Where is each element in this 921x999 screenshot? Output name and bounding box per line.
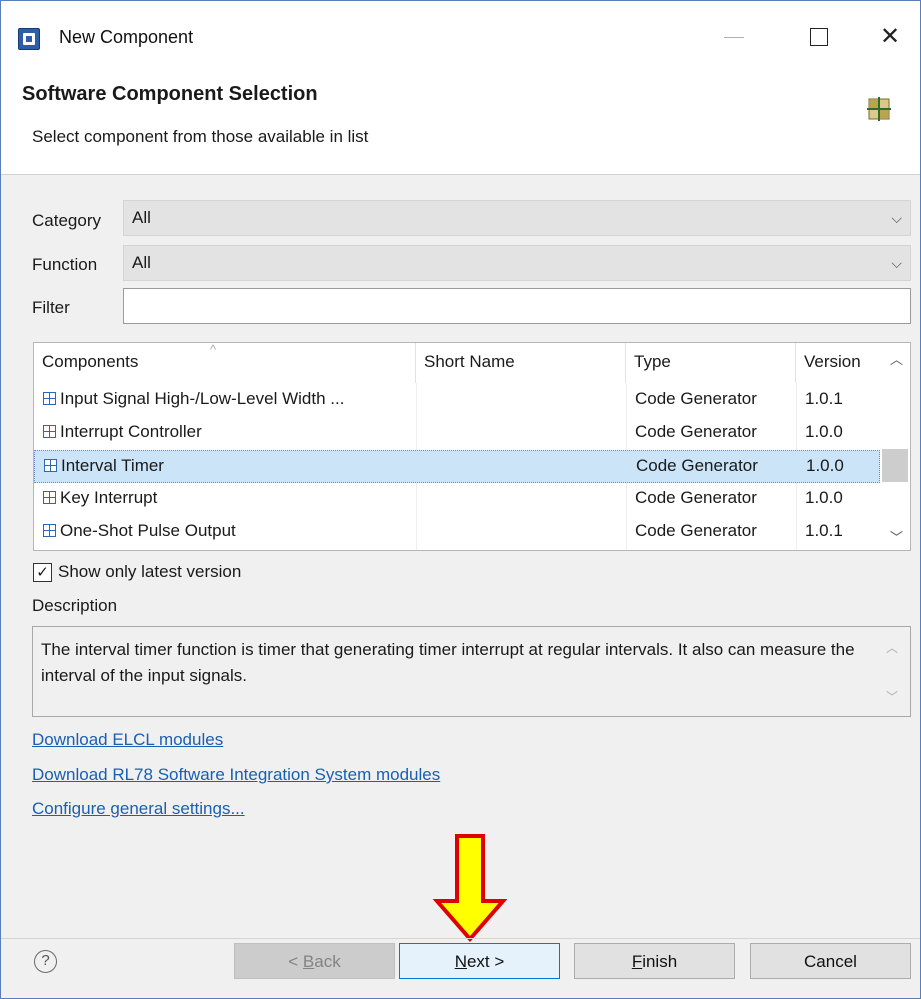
next-button[interactable]: Next >: [399, 943, 560, 979]
component-version: 1.0.1: [805, 521, 843, 540]
column-header-version[interactable]: Version: [796, 343, 880, 383]
component-type: Code Generator: [635, 521, 757, 540]
page-subtitle: Select component from those available in…: [32, 127, 369, 146]
minimize-button[interactable]: [711, 17, 757, 57]
component-version: 1.0.0: [805, 422, 843, 441]
component-type: Code Generator: [635, 488, 757, 507]
annotation-arrow-icon: [432, 834, 507, 943]
chevron-down-icon: ⌵: [891, 255, 902, 271]
page-title: Software Component Selection: [22, 83, 318, 105]
finish-button[interactable]: Finish: [574, 943, 735, 979]
scroll-up-icon[interactable]: ︿: [890, 349, 903, 368]
component-name: Interrupt Controller: [43, 417, 202, 450]
function-dropdown[interactable]: All ⌵: [123, 245, 911, 281]
table-row[interactable]: Interrupt Controller Code Generator 1.0.…: [34, 417, 880, 450]
component-name: Key Interrupt: [43, 483, 157, 516]
table-scrollbar[interactable]: ︿ ﹀: [880, 343, 910, 550]
component-grid-icon: [867, 97, 891, 121]
app-icon: [18, 28, 40, 50]
component-icon: [44, 459, 57, 472]
sort-ascending-icon: ^: [210, 342, 217, 357]
back-button[interactable]: < Back: [234, 943, 395, 979]
table-row[interactable]: Input Signal High-/Low-Level Width ... C…: [34, 384, 880, 417]
button-bar-divider: [1, 938, 920, 939]
maximize-button[interactable]: [795, 17, 841, 57]
category-dropdown[interactable]: All ⌵: [123, 200, 911, 236]
function-value: All: [132, 253, 151, 272]
component-type: Code Generator: [635, 389, 757, 408]
filter-input[interactable]: [123, 288, 911, 324]
scrollbar-thumb[interactable]: [882, 449, 908, 482]
download-rl78-sis-link[interactable]: Download RL78 Software Integration Syste…: [32, 765, 440, 785]
description-text: The interval timer function is timer tha…: [32, 626, 911, 717]
component-name: Input Signal High-/Low-Level Width ...: [43, 384, 344, 417]
table-row-selected[interactable]: Interval Timer Code Generator 1.0.0: [34, 450, 880, 483]
component-name: Interval Timer: [44, 451, 164, 484]
configure-settings-link[interactable]: Configure general settings...: [32, 799, 245, 819]
table-row[interactable]: One-Shot Pulse Output Code Generator 1.0…: [34, 516, 880, 549]
component-version: 1.0.0: [805, 488, 843, 507]
component-name: One-Shot Pulse Output: [43, 516, 236, 549]
table-row[interactable]: Key Interrupt Code Generator 1.0.0: [34, 483, 880, 516]
components-table[interactable]: Components ^ Short Name Type Version Inp…: [33, 342, 911, 551]
scroll-down-icon[interactable]: ﹀: [890, 527, 903, 546]
table-header: Components ^ Short Name Type Version: [34, 343, 910, 383]
column-header-type[interactable]: Type: [626, 343, 796, 383]
scroll-down-icon[interactable]: ﹀: [886, 684, 898, 710]
help-circle-icon[interactable]: ?: [34, 950, 57, 973]
chevron-down-icon: ⌵: [891, 210, 902, 226]
cancel-button[interactable]: Cancel: [750, 943, 911, 979]
window-title: New Component: [59, 27, 194, 47]
wizard-header: Software Component Selection Select comp…: [1, 77, 920, 175]
component-type: Code Generator: [636, 456, 758, 475]
component-icon: [43, 491, 56, 504]
component-type: Code Generator: [635, 422, 757, 441]
component-version: 1.0.0: [806, 456, 844, 475]
latest-version-checkbox[interactable]: ✓: [33, 563, 52, 582]
filter-label: Filter: [32, 298, 70, 317]
category-label: Category: [32, 211, 101, 230]
scroll-up-icon[interactable]: ︿: [886, 635, 898, 661]
latest-version-label[interactable]: Show only latest version: [58, 562, 241, 582]
title-bar[interactable]: New Component ✕: [1, 1, 920, 77]
download-elcl-link[interactable]: Download ELCL modules: [32, 730, 223, 750]
column-header-short-name[interactable]: Short Name: [416, 343, 626, 383]
function-label: Function: [32, 255, 98, 274]
description-label: Description: [32, 596, 118, 615]
component-icon: [43, 524, 56, 537]
column-header-components[interactable]: Components ^: [34, 343, 416, 383]
category-value: All: [132, 208, 151, 227]
component-icon: [43, 392, 56, 405]
component-icon: [43, 425, 56, 438]
component-version: 1.0.1: [805, 389, 843, 408]
new-component-dialog: New Component ✕ Software Component Selec…: [0, 0, 921, 999]
close-button[interactable]: ✕: [867, 17, 913, 57]
